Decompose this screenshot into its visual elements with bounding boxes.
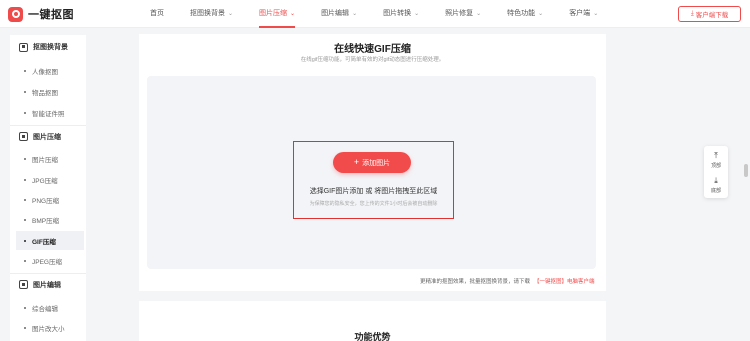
bullet-icon bbox=[24, 239, 26, 242]
top-label: 顶部 bbox=[710, 162, 721, 169]
nav-item-convert[interactable]: 图片转换 ⌄ bbox=[383, 0, 419, 28]
nav-label: 照片修复 bbox=[445, 10, 474, 17]
drop-hint: 选择GIF图片添加 或 将图片拖拽至此区域 bbox=[309, 188, 438, 195]
scrollbar-track[interactable] bbox=[742, 28, 750, 341]
nav-label: 图片转换 bbox=[383, 10, 412, 17]
sidebar-group-edit[interactable]: 图片编辑 bbox=[10, 273, 86, 295]
client-promo: 更精准的抠图效果，批量抠图换背景，请下载 【一键抠图】电脑客户端 bbox=[420, 277, 595, 285]
scrollbar-thumb[interactable] bbox=[744, 164, 748, 177]
chevron-down-icon: ⌄ bbox=[352, 11, 358, 17]
privacy-note: 为保障您的隐私安全，您上传的文件1小时后会被自动删除 bbox=[309, 201, 438, 207]
bullet-icon bbox=[24, 218, 26, 221]
sidebar-item-label: PNG压缩 bbox=[32, 197, 60, 205]
chevron-down-icon: ⌄ bbox=[228, 11, 234, 17]
nav-item-repair[interactable]: 照片修复 ⌄ bbox=[445, 0, 481, 28]
bullet-icon bbox=[24, 259, 26, 262]
go-to-bottom-button[interactable]: ⤓ 底部 bbox=[704, 173, 728, 197]
back-to-top-button[interactable]: ⤒ 顶部 bbox=[704, 148, 728, 172]
sidebar-item-label: 图片压缩 bbox=[32, 156, 58, 164]
arrow-up-icon: ⤒ bbox=[714, 150, 718, 160]
page-title: 在线快速GIF压缩 bbox=[334, 44, 411, 55]
sidebar-group-matting[interactable]: 抠图换背景 bbox=[10, 36, 86, 58]
chevron-down-icon: ⌄ bbox=[538, 11, 544, 17]
nav-label: 首页 bbox=[150, 10, 164, 17]
sidebar-group-compress[interactable]: 图片压缩 bbox=[10, 125, 86, 147]
sidebar-item-label: 综合编辑 bbox=[32, 305, 58, 313]
bottom-label: 底部 bbox=[710, 187, 721, 194]
sidebar-item-resize[interactable]: 图片改大小 bbox=[16, 318, 84, 337]
nav-item-matting[interactable]: 抠图换背景 ⌄ bbox=[190, 0, 233, 28]
chevron-down-icon: ⌄ bbox=[414, 11, 420, 17]
bullet-icon bbox=[24, 90, 26, 93]
sidebar-item-label: 图片改大小 bbox=[32, 325, 65, 333]
page-subtitle: 在线gif压缩功能，可简单有效的对gif动态图进行压缩处理。 bbox=[300, 57, 445, 63]
sidebar-item-png[interactable]: PNG压缩 bbox=[16, 190, 84, 209]
chevron-down-icon: ⌄ bbox=[290, 11, 296, 17]
sidebar-item-image-compress[interactable]: 图片压缩 bbox=[16, 149, 84, 168]
sidebar-item-portrait[interactable]: 人像抠图 bbox=[16, 61, 84, 80]
sidebar-item-label: GIF压缩 bbox=[32, 238, 56, 246]
bullet-icon bbox=[24, 69, 26, 72]
main-nav: 首页 抠图换背景 ⌄ 图片压缩 ⌄ 图片编辑 ⌄ 图片转换 ⌄ 照片修复 ⌄ 特色功能 ⌄ … bbox=[150, 0, 624, 28]
nav-item-features[interactable]: 特色功能 ⌄ bbox=[507, 0, 543, 28]
nav-item-home[interactable]: 首页 bbox=[150, 0, 164, 28]
edit-icon bbox=[19, 280, 28, 289]
plus-icon: + bbox=[353, 157, 360, 167]
sidebar-item-label: 物品抠图 bbox=[32, 89, 58, 97]
sidebar-item-object[interactable]: 物品抠图 bbox=[16, 82, 84, 101]
matting-icon bbox=[19, 42, 28, 52]
sidebar-item-general-edit[interactable]: 综合编辑 bbox=[16, 298, 84, 317]
sidebar-group-title: 图片编辑 bbox=[33, 281, 61, 289]
sidebar-item-id-photo[interactable]: 智能证件照 bbox=[16, 103, 84, 122]
logo-text: 一键抠图 bbox=[28, 9, 74, 21]
bullet-icon bbox=[24, 326, 26, 329]
bullet-icon bbox=[24, 178, 26, 181]
chevron-down-icon: ⌄ bbox=[476, 11, 482, 17]
sidebar-item-label: BMP压缩 bbox=[32, 217, 60, 225]
client-download-link[interactable]: 【一键抠图】电脑客户端 bbox=[534, 279, 595, 285]
download-label: 客户端下载 bbox=[695, 12, 729, 19]
sidebar-item-label: JPEG压缩 bbox=[32, 258, 62, 266]
chevron-down-icon: ⌄ bbox=[593, 11, 599, 17]
add-image-label: 添加图片 bbox=[362, 159, 391, 167]
sidebar: 抠图换背景 人像抠图 物品抠图 智能证件照 图片压缩 图片压缩 JPG压缩 PN… bbox=[10, 35, 86, 341]
bullet-icon bbox=[24, 157, 26, 160]
download-icon: ⤓ bbox=[690, 10, 694, 17]
sidebar-item-bmp[interactable]: BMP压缩 bbox=[16, 210, 84, 229]
compress-icon bbox=[19, 132, 28, 141]
nav-label: 图片压缩 bbox=[259, 10, 288, 17]
sidebar-item-label: 智能证件照 bbox=[32, 110, 65, 118]
bullet-icon bbox=[24, 198, 26, 201]
top-header: 一键抠图 首页 抠图换背景 ⌄ 图片压缩 ⌄ 图片编辑 ⌄ 图片转换 ⌄ 照片修复 ⌄ 特… bbox=[0, 0, 750, 28]
sidebar-item-jpeg[interactable]: JPEG压缩 bbox=[16, 251, 84, 270]
promo-text: 更精准的抠图效果，批量抠图换背景，请下载 bbox=[420, 279, 531, 285]
nav-item-compress[interactable]: 图片压缩 ⌄ bbox=[259, 0, 296, 28]
client-download-button[interactable]: ⤓ 客户端下载 bbox=[678, 6, 741, 22]
nav-label: 图片编辑 bbox=[321, 10, 350, 17]
sidebar-item-gif[interactable]: GIF压缩 bbox=[16, 231, 84, 250]
sidebar-group-title: 图片压缩 bbox=[33, 133, 61, 141]
nav-label: 抠图换背景 bbox=[190, 10, 225, 17]
logo[interactable]: 一键抠图 bbox=[8, 6, 74, 22]
bullet-icon bbox=[24, 306, 26, 309]
nav-item-client[interactable]: 客户端 ⌄ bbox=[569, 0, 598, 28]
nav-label: 客户端 bbox=[569, 10, 591, 17]
arrow-down-icon: ⤓ bbox=[714, 175, 718, 185]
nav-item-edit[interactable]: 图片编辑 ⌄ bbox=[321, 0, 357, 28]
logo-icon bbox=[8, 6, 23, 22]
nav-label: 特色功能 bbox=[507, 10, 536, 17]
sidebar-item-label: 人像抠图 bbox=[32, 68, 58, 76]
add-image-button[interactable]: + 添加图片 bbox=[333, 152, 411, 173]
sidebar-item-label: JPG压缩 bbox=[32, 177, 58, 185]
bullet-icon bbox=[24, 111, 26, 114]
features-title: 功能优势 bbox=[354, 332, 391, 341]
sidebar-group-title: 抠图换背景 bbox=[33, 44, 68, 51]
sidebar-item-jpg[interactable]: JPG压缩 bbox=[16, 170, 84, 189]
float-tools: ⤒ 顶部 ⤓ 底部 bbox=[704, 146, 728, 198]
